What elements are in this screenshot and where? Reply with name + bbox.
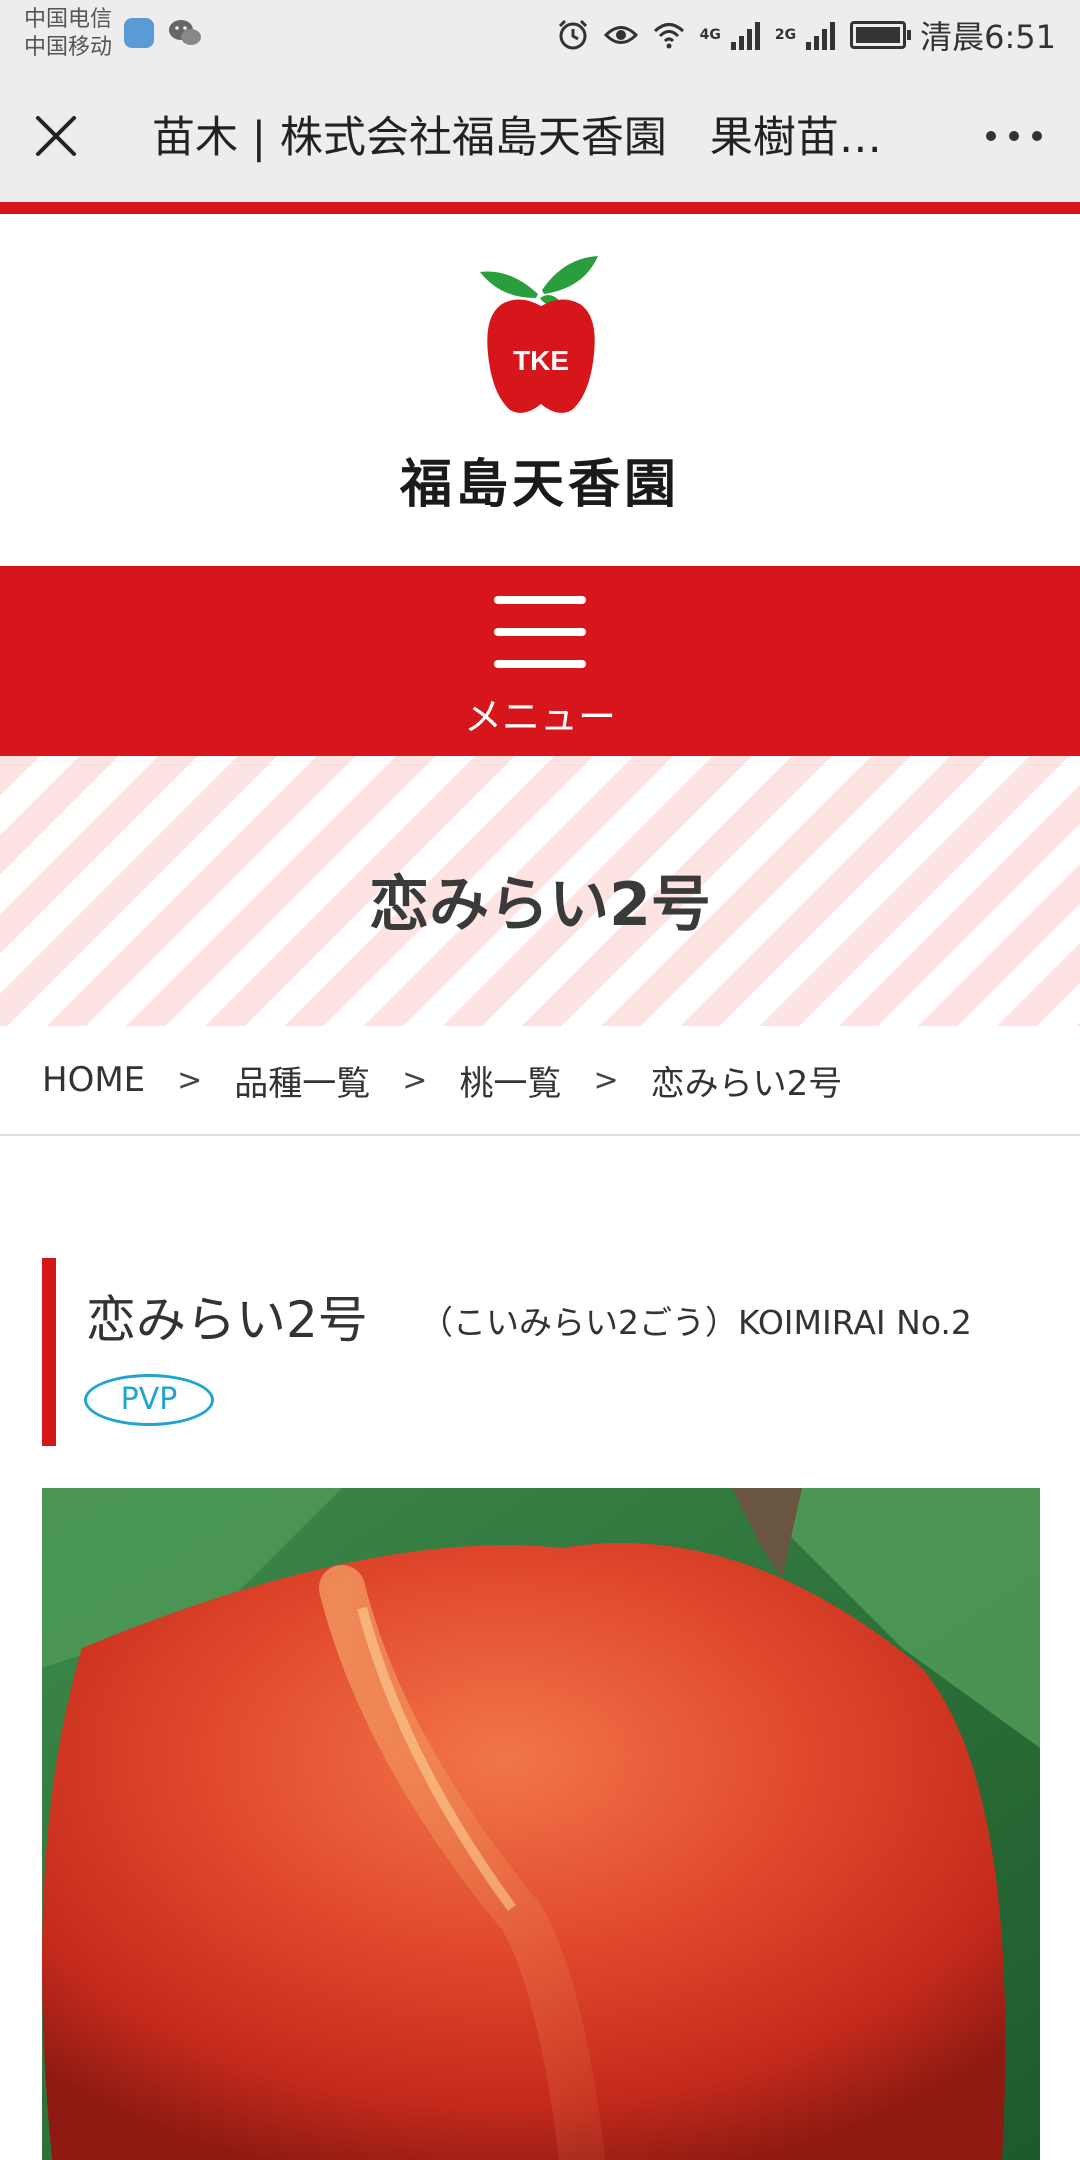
more-dot-icon <box>1009 131 1019 141</box>
title-banner: 恋みらい2号 <box>0 756 1080 1026</box>
security-shield-icon <box>124 18 154 48</box>
close-icon[interactable] <box>30 110 82 162</box>
status-indicators: 4G 2G 清晨6:51 <box>556 12 1056 58</box>
header-accent-line <box>0 202 1080 214</box>
breadcrumb-current: 恋みらい2号 <box>650 1063 843 1104</box>
alarm-icon <box>558 19 587 50</box>
eye-icon <box>603 26 638 44</box>
peach-image <box>42 1488 1040 2160</box>
more-dot-icon <box>1032 131 1042 141</box>
menu-label: メニュー <box>463 695 616 739</box>
product-name: 恋みらい2号 <box>86 1291 368 1349</box>
breadcrumb-home[interactable]: HOME <box>42 1060 145 1100</box>
logo-badge-text: TKE <box>513 345 569 376</box>
browser-nav-bar: 苗木 | 株式会社福島天香園 果樹苗… <box>0 72 1080 202</box>
more-options-button[interactable] <box>986 124 1042 148</box>
signal-icon-2 <box>806 22 836 50</box>
carrier-info: 中国电信 中国移动 <box>24 6 112 62</box>
status-bar: 中国电信 中国移动 4G 2G 清晨6:51 <box>0 0 1080 72</box>
page-title-nav: 苗木 | 株式会社福島天香園 果樹苗… <box>152 113 882 163</box>
menu-button[interactable]: メニュー <box>0 566 1080 756</box>
breadcrumb-peach-list[interactable]: 桃一覧 <box>459 1056 561 1105</box>
product-photo[interactable] <box>42 1488 1040 2160</box>
more-dot-icon <box>986 131 996 141</box>
hamburger-menu-icon <box>494 596 586 668</box>
wechat-icon <box>169 20 201 45</box>
status-time: 清晨6:51 <box>920 18 1056 56</box>
chevron-right-icon: > <box>177 1062 203 1098</box>
network-4g-label: 4G <box>699 27 721 43</box>
breadcrumb-variety-list[interactable]: 品種一覧 <box>234 1056 370 1105</box>
brand-name[interactable]: 福島天香園 <box>0 442 1080 517</box>
product-reading: （こいみらい2ごう）KOIMIRAI No.2 <box>420 1303 972 1342</box>
product-heading: 恋みらい2号 （こいみらい2ごう）KOIMIRAI No.2 PVP <box>42 1258 1042 1446</box>
site-header[interactable]: TKE 福島天香園 <box>0 214 1080 566</box>
chevron-right-icon: > <box>593 1062 619 1098</box>
apple-logo-icon[interactable]: TKE <box>480 254 602 414</box>
page-title: 恋みらい2号 <box>369 870 711 940</box>
battery-icon <box>850 21 912 49</box>
carrier-2: 中国移动 <box>24 35 113 60</box>
heading-accent-bar <box>42 1258 56 1446</box>
network-2g-label: 2G <box>774 27 797 43</box>
wifi-icon <box>653 23 684 49</box>
pvp-badge: PVP <box>84 1374 214 1426</box>
status-app-icons <box>124 18 202 48</box>
chevron-right-icon: > <box>402 1062 428 1098</box>
breadcrumb: HOME > 品種一覧 > 桃一覧 > 恋みらい2号 <box>0 1026 1080 1136</box>
signal-icon-1 <box>730 22 760 50</box>
carrier-1: 中国电信 <box>24 7 113 32</box>
